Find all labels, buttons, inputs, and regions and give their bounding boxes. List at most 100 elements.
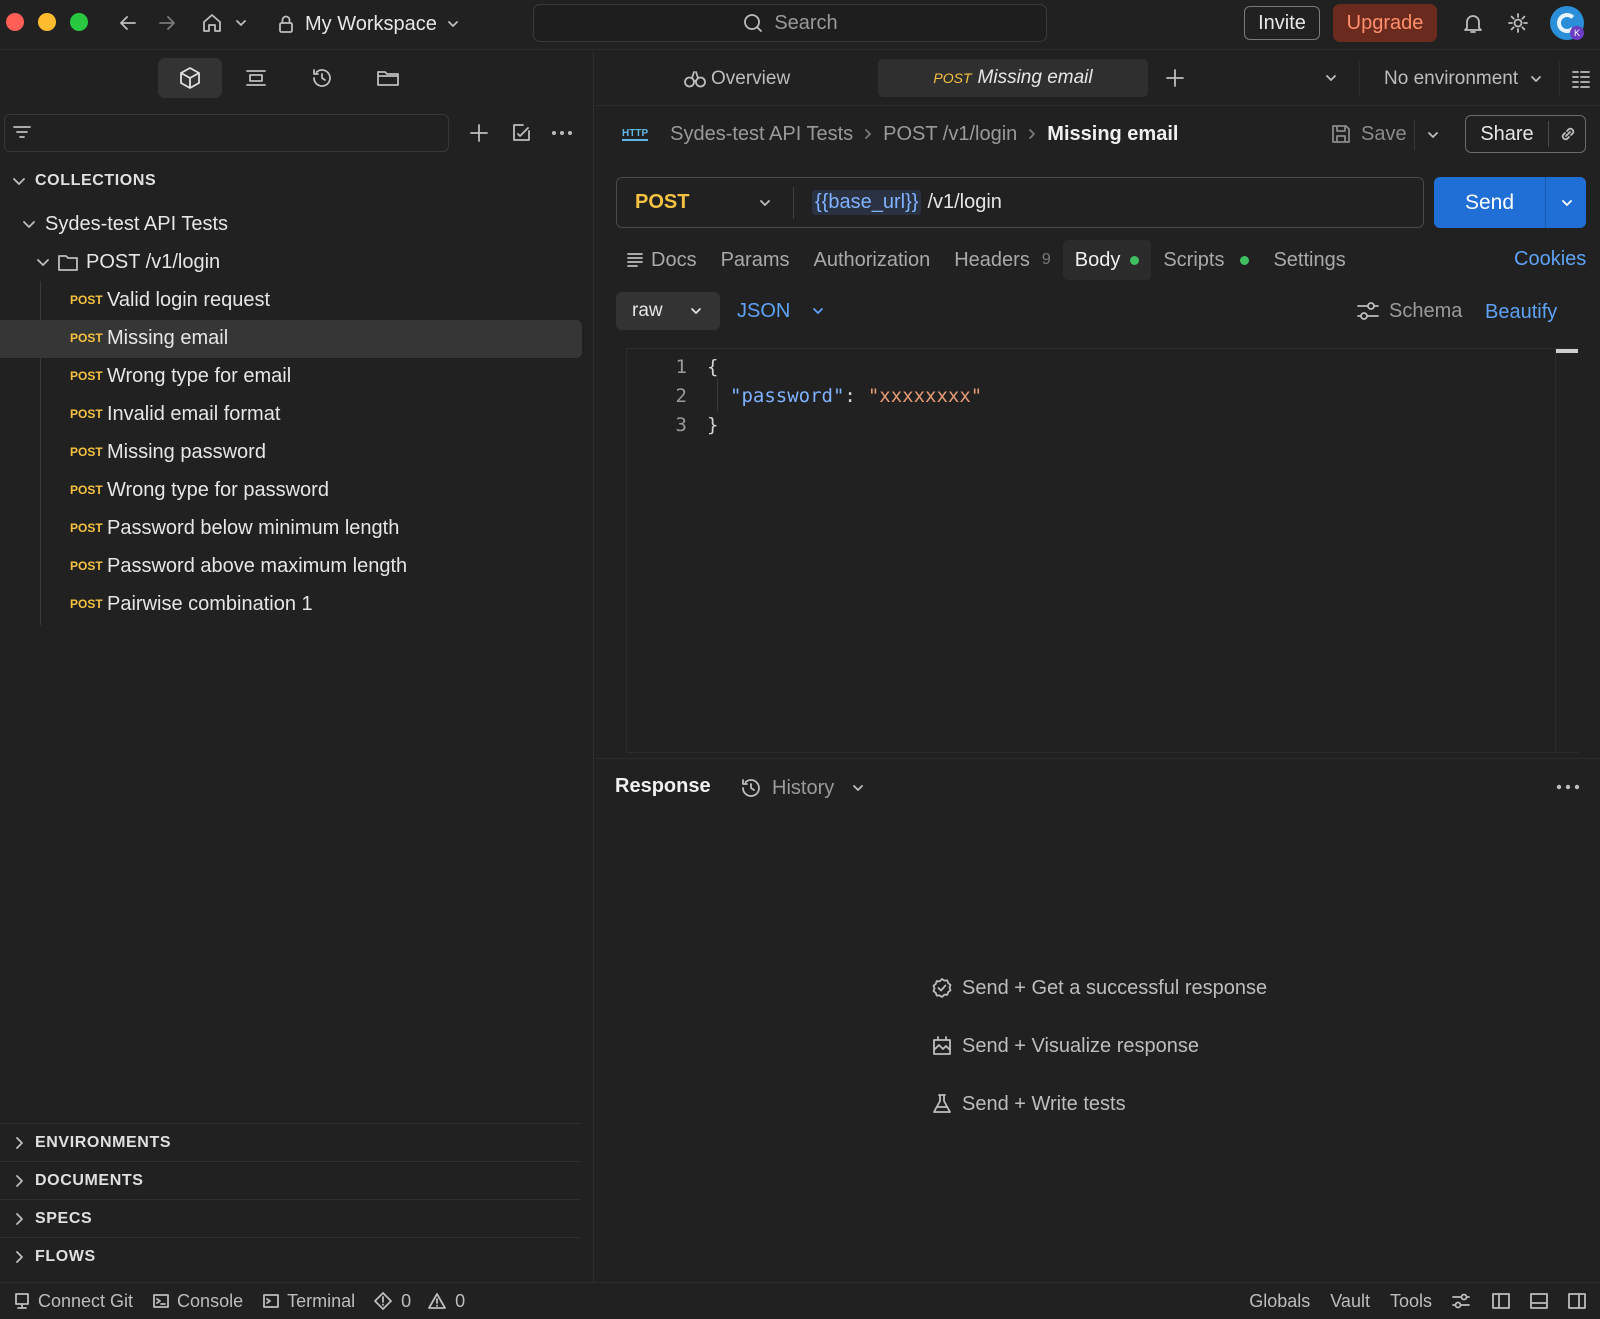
request-item[interactable]: POST Missing password (70, 433, 580, 471)
send-button[interactable]: Send (1434, 191, 1545, 215)
environments-section-header[interactable]: ENVIRONMENTS (0, 1123, 580, 1161)
request-item[interactable]: POST Wrong type for password (70, 471, 580, 509)
global-search-input[interactable]: Search (533, 4, 1047, 42)
tab-collections[interactable] (158, 58, 222, 98)
tab-scripts[interactable]: Scripts (1151, 240, 1261, 280)
import-icon[interactable] (509, 121, 533, 145)
vault-button[interactable]: Vault (1330, 1291, 1370, 1312)
save-options-chevron-icon[interactable] (1425, 127, 1441, 143)
documents-section-header[interactable]: DOCUMENTS (0, 1161, 580, 1199)
url-variable: {{base_url}} (812, 190, 922, 215)
more-options-icon[interactable] (550, 122, 574, 144)
tab-body[interactable]: Body (1062, 240, 1152, 280)
save-button[interactable]: Save (1329, 119, 1407, 149)
request-item[interactable]: POST Wrong type for email (70, 357, 580, 395)
flows-section-header[interactable]: FLOWS (0, 1237, 580, 1275)
tab-settings[interactable]: Settings (1261, 240, 1357, 280)
errors-indicator[interactable]: 0 (373, 1291, 411, 1312)
code-line: 1 { (627, 353, 719, 381)
sidebar: COLLECTIONS Sydes-test API Tests POST /v… (0, 52, 594, 1282)
body-code-editor[interactable]: 1 { 2 "password" : "xxxxxxxx" 3 } (626, 348, 1578, 754)
forward-arrow-icon[interactable] (156, 12, 178, 34)
url-input[interactable]: {{base_url}} /v1/login (794, 178, 1423, 227)
maximize-window-button[interactable] (70, 13, 88, 31)
warnings-indicator[interactable]: 0 (427, 1291, 465, 1312)
hint-successful-response[interactable]: Send + Get a successful response (930, 970, 1267, 1006)
method-label: POST (635, 191, 690, 213)
request-item[interactable]: POST Pairwise combination 1 (70, 585, 580, 623)
hint-visualize-response[interactable]: Send + Visualize response (930, 1028, 1199, 1064)
editor-scrollbar-thumb[interactable] (1556, 349, 1578, 353)
collection-item[interactable]: Sydes-test API Tests (20, 205, 228, 243)
send-options-chevron-icon[interactable] (1559, 195, 1575, 211)
home-chevron-down-icon[interactable] (233, 15, 249, 31)
layout-bottom-panel-icon[interactable] (1528, 1291, 1550, 1311)
console-button[interactable]: Console (151, 1291, 243, 1312)
tab-files[interactable] (356, 58, 420, 98)
request-item-selected[interactable]: POST Missing email (70, 319, 580, 357)
request-item[interactable]: POST Password below minimum length (70, 509, 580, 547)
check-badge-icon (930, 976, 954, 1000)
layout-sidebar-icon[interactable] (1490, 1291, 1512, 1311)
home-icon[interactable] (200, 11, 224, 35)
collections-section-header[interactable]: COLLECTIONS (10, 166, 156, 196)
workspace-switcher[interactable]: My Workspace (275, 9, 461, 39)
breadcrumb-current[interactable]: Missing email (1047, 123, 1178, 146)
settings-sliders-icon[interactable] (1450, 1291, 1472, 1311)
tab-environments[interactable] (224, 58, 288, 98)
bell-icon[interactable] (1461, 11, 1485, 35)
binoculars-icon (683, 68, 707, 90)
share-button[interactable]: Share (1466, 123, 1548, 146)
body-mode-select[interactable]: raw (616, 292, 720, 330)
invite-button[interactable]: Invite (1244, 6, 1320, 40)
specs-label: SPECS (35, 1209, 93, 1227)
response-title: Response (615, 775, 711, 797)
specs-section-header[interactable]: SPECS (0, 1199, 580, 1237)
warnings-count: 0 (455, 1290, 466, 1311)
schema-button[interactable]: Schema (1355, 296, 1462, 326)
response-more-options-icon[interactable] (1555, 777, 1581, 797)
close-window-button[interactable] (6, 13, 24, 31)
link-icon[interactable] (1557, 123, 1579, 145)
layout-split-icon[interactable] (1566, 1291, 1588, 1311)
body-mode-label: raw (632, 300, 663, 321)
new-tab-plus-icon[interactable] (1164, 67, 1186, 89)
tabs-overflow-chevron-icon[interactable] (1323, 70, 1339, 86)
beautify-button[interactable]: Beautify (1485, 301, 1557, 324)
tab-docs[interactable]: Docs (613, 240, 709, 280)
plus-icon[interactable] (468, 122, 490, 144)
terminal-button[interactable]: Terminal (261, 1291, 355, 1312)
environment-quicklook-icon[interactable] (1570, 68, 1592, 90)
minimize-window-button[interactable] (38, 13, 56, 31)
response-history-dropdown[interactable]: History (738, 773, 866, 803)
lock-icon (275, 13, 297, 35)
breadcrumb-collection[interactable]: Sydes-test API Tests (670, 123, 853, 146)
connect-git-button[interactable]: Connect Git (12, 1291, 133, 1312)
breadcrumb-folder[interactable]: POST /v1/login (883, 123, 1017, 146)
method-selector[interactable]: POST (617, 178, 793, 227)
chevron-down-icon (1528, 71, 1544, 87)
request-item[interactable]: POST Password above maximum length (70, 547, 580, 585)
upgrade-button[interactable]: Upgrade (1333, 4, 1437, 42)
request-item[interactable]: POST Valid login request (70, 281, 580, 319)
body-format-select[interactable]: JSON (737, 296, 826, 326)
tab-headers[interactable]: Headers 9 (942, 240, 1063, 280)
globals-button[interactable]: Globals (1249, 1291, 1310, 1312)
tools-button[interactable]: Tools (1390, 1291, 1432, 1312)
tab-authorization[interactable]: Authorization (801, 240, 942, 280)
environment-selector[interactable]: No environment (1384, 64, 1544, 94)
tab-params[interactable]: Params (709, 240, 802, 280)
back-arrow-icon[interactable] (117, 12, 139, 34)
divider (1545, 177, 1546, 228)
tab-missing-email[interactable]: POST Missing email (878, 59, 1148, 97)
tab-history[interactable] (290, 58, 354, 98)
request-item[interactable]: POST Invalid email format (70, 395, 580, 433)
avatar[interactable]: K (1550, 6, 1584, 40)
folder-item[interactable]: POST /v1/login (34, 243, 220, 281)
tab-overview[interactable]: Overview (683, 64, 790, 94)
gear-icon[interactable] (1506, 11, 1530, 35)
cookies-link[interactable]: Cookies (1514, 248, 1586, 271)
sidebar-filter-input[interactable] (4, 114, 449, 152)
hint-write-tests[interactable]: Send + Write tests (930, 1086, 1126, 1122)
status-bar-right: Globals Vault Tools (1249, 1291, 1588, 1312)
